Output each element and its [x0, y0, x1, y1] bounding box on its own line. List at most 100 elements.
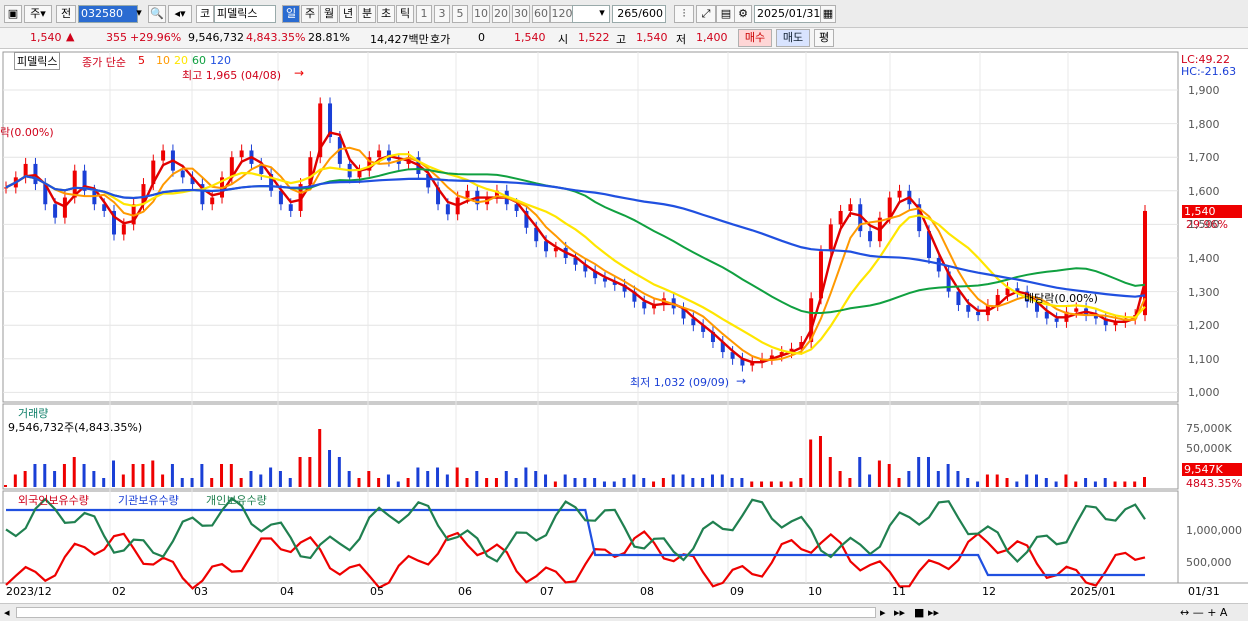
chevron-down-icon[interactable]: ▾: [596, 5, 608, 23]
volume-bar: [1133, 481, 1137, 487]
low-label: 저: [676, 33, 687, 46]
scrollbar-track[interactable]: [16, 607, 876, 618]
volume-bar: [583, 478, 587, 487]
volume-bar: [1005, 478, 1009, 487]
volume-tick: 50,000K: [1186, 442, 1232, 455]
period-tab[interactable]: 주: [301, 5, 319, 23]
speaker-icon[interactable]: ◂▾: [168, 5, 192, 23]
volume-bar: [318, 429, 322, 487]
flat-button[interactable]: 평: [814, 29, 834, 47]
volume-bar: [1113, 481, 1117, 487]
chevron-down-icon[interactable]: ▾: [132, 5, 146, 23]
volume-bar: [622, 478, 626, 487]
candle: [897, 190, 902, 198]
minute-tab[interactable]: 30: [512, 5, 530, 23]
stock-name[interactable]: 피델릭스: [214, 5, 276, 23]
date-tick: 05: [370, 585, 384, 598]
minute-tab[interactable]: 1: [416, 5, 432, 23]
volume-bar: [1143, 477, 1146, 487]
window-icon[interactable]: ▣: [4, 5, 22, 23]
date-tick: 04: [280, 585, 294, 598]
volume-bar: [642, 478, 646, 487]
line-tool-icon[interactable]: ⤢: [696, 5, 716, 23]
volume-bar: [799, 478, 803, 487]
price-tick: 1,500: [1188, 218, 1220, 232]
count-input[interactable]: 265/600: [612, 5, 666, 23]
minute-tab[interactable]: 10: [472, 5, 490, 23]
candle: [544, 241, 549, 252]
hc-value: HC:-21.63: [1181, 65, 1237, 78]
save-icon[interactable]: ▤: [716, 5, 736, 23]
volume-bar: [72, 457, 76, 487]
legend-ma-item: 10: [156, 54, 170, 67]
period-tab[interactable]: 초: [377, 5, 395, 23]
minute-tab[interactable]: 120: [550, 5, 574, 23]
candle: [377, 150, 382, 158]
minute-tab[interactable]: 5: [452, 5, 468, 23]
minute-tab[interactable]: 20: [492, 5, 510, 23]
candle: [838, 210, 843, 225]
volume-bar: [200, 464, 204, 487]
last-price-tag: 1,540: [1182, 205, 1242, 218]
candle: [642, 301, 647, 309]
period-tab[interactable]: 월: [320, 5, 338, 23]
price-tick: 1,600: [1188, 184, 1220, 198]
date-tick: 07: [540, 585, 554, 598]
period-tab[interactable]: 분: [358, 5, 376, 23]
volume-bar: [917, 457, 921, 487]
search-icon[interactable]: 🔍: [148, 5, 166, 23]
calendar-icon[interactable]: ▦: [820, 5, 836, 23]
volume-bar: [347, 471, 351, 487]
date-tick: 03: [194, 585, 208, 598]
candle-icon[interactable]: ⫶: [674, 5, 694, 23]
volume-bar: [838, 471, 842, 487]
period-tab[interactable]: 일: [282, 5, 300, 23]
volume-bar: [1034, 474, 1038, 487]
minute-tab[interactable]: 60: [532, 5, 550, 23]
candle: [966, 305, 971, 312]
price-tick: 1,800: [1188, 117, 1220, 131]
date-axis-right: 01/31: [1188, 585, 1220, 598]
period-tab[interactable]: 틱: [396, 5, 414, 23]
stock-chart[interactable]: →→: [0, 50, 1248, 603]
volume-bar: [328, 450, 332, 487]
market-select[interactable]: 주▾: [24, 5, 52, 23]
volume-bar: [210, 478, 214, 487]
volume-bar: [53, 471, 57, 487]
forward-icon[interactable]: ▸▸: [928, 606, 939, 619]
hoga-value: 0: [478, 31, 485, 44]
top-toolbar: ▣ 주▾ 전 032580 ▾ 🔍 ◂▾ 코 피델릭스 일주월년분초틱 1351…: [0, 0, 1248, 28]
volume-panel: [2, 403, 1179, 490]
stop-icon[interactable]: ■: [914, 606, 924, 619]
minute-tab[interactable]: 3: [434, 5, 450, 23]
volume-bar: [760, 481, 764, 487]
high-label: 고: [616, 33, 627, 46]
zoom-controls[interactable]: ↔ — + A: [1180, 606, 1227, 619]
scroll-left-icon[interactable]: ◂: [4, 606, 10, 619]
play-icon[interactable]: ▸▸: [894, 606, 905, 619]
turnover: 28.81%: [308, 31, 350, 44]
date-tick: 09: [730, 585, 744, 598]
code-input[interactable]: 032580: [78, 5, 138, 23]
volume-bar: [475, 471, 479, 487]
compare-button[interactable]: 전: [56, 5, 76, 23]
price-tick: 1,400: [1188, 252, 1220, 265]
date-input[interactable]: 2025/01/31: [754, 5, 822, 23]
volume-bar: [563, 474, 567, 487]
volume-bar: [691, 478, 695, 487]
volume-bar: [357, 478, 361, 487]
high-value: 1,540: [636, 31, 668, 44]
scroll-right-icon[interactable]: ▸: [880, 606, 886, 619]
hoga-price: 1,540: [514, 31, 546, 44]
candle: [239, 150, 244, 158]
volume-bar: [396, 481, 400, 487]
period-tab[interactable]: 년: [339, 5, 357, 23]
volume-bar: [936, 471, 940, 487]
buy-button[interactable]: 매수: [738, 29, 772, 47]
volume-bar: [769, 481, 773, 487]
sell-button[interactable]: 매도: [776, 29, 810, 47]
market-label: 주: [30, 7, 41, 20]
gear-icon[interactable]: ⚙: [734, 5, 752, 23]
volume-bar: [602, 481, 606, 487]
volume-bar: [82, 464, 86, 487]
